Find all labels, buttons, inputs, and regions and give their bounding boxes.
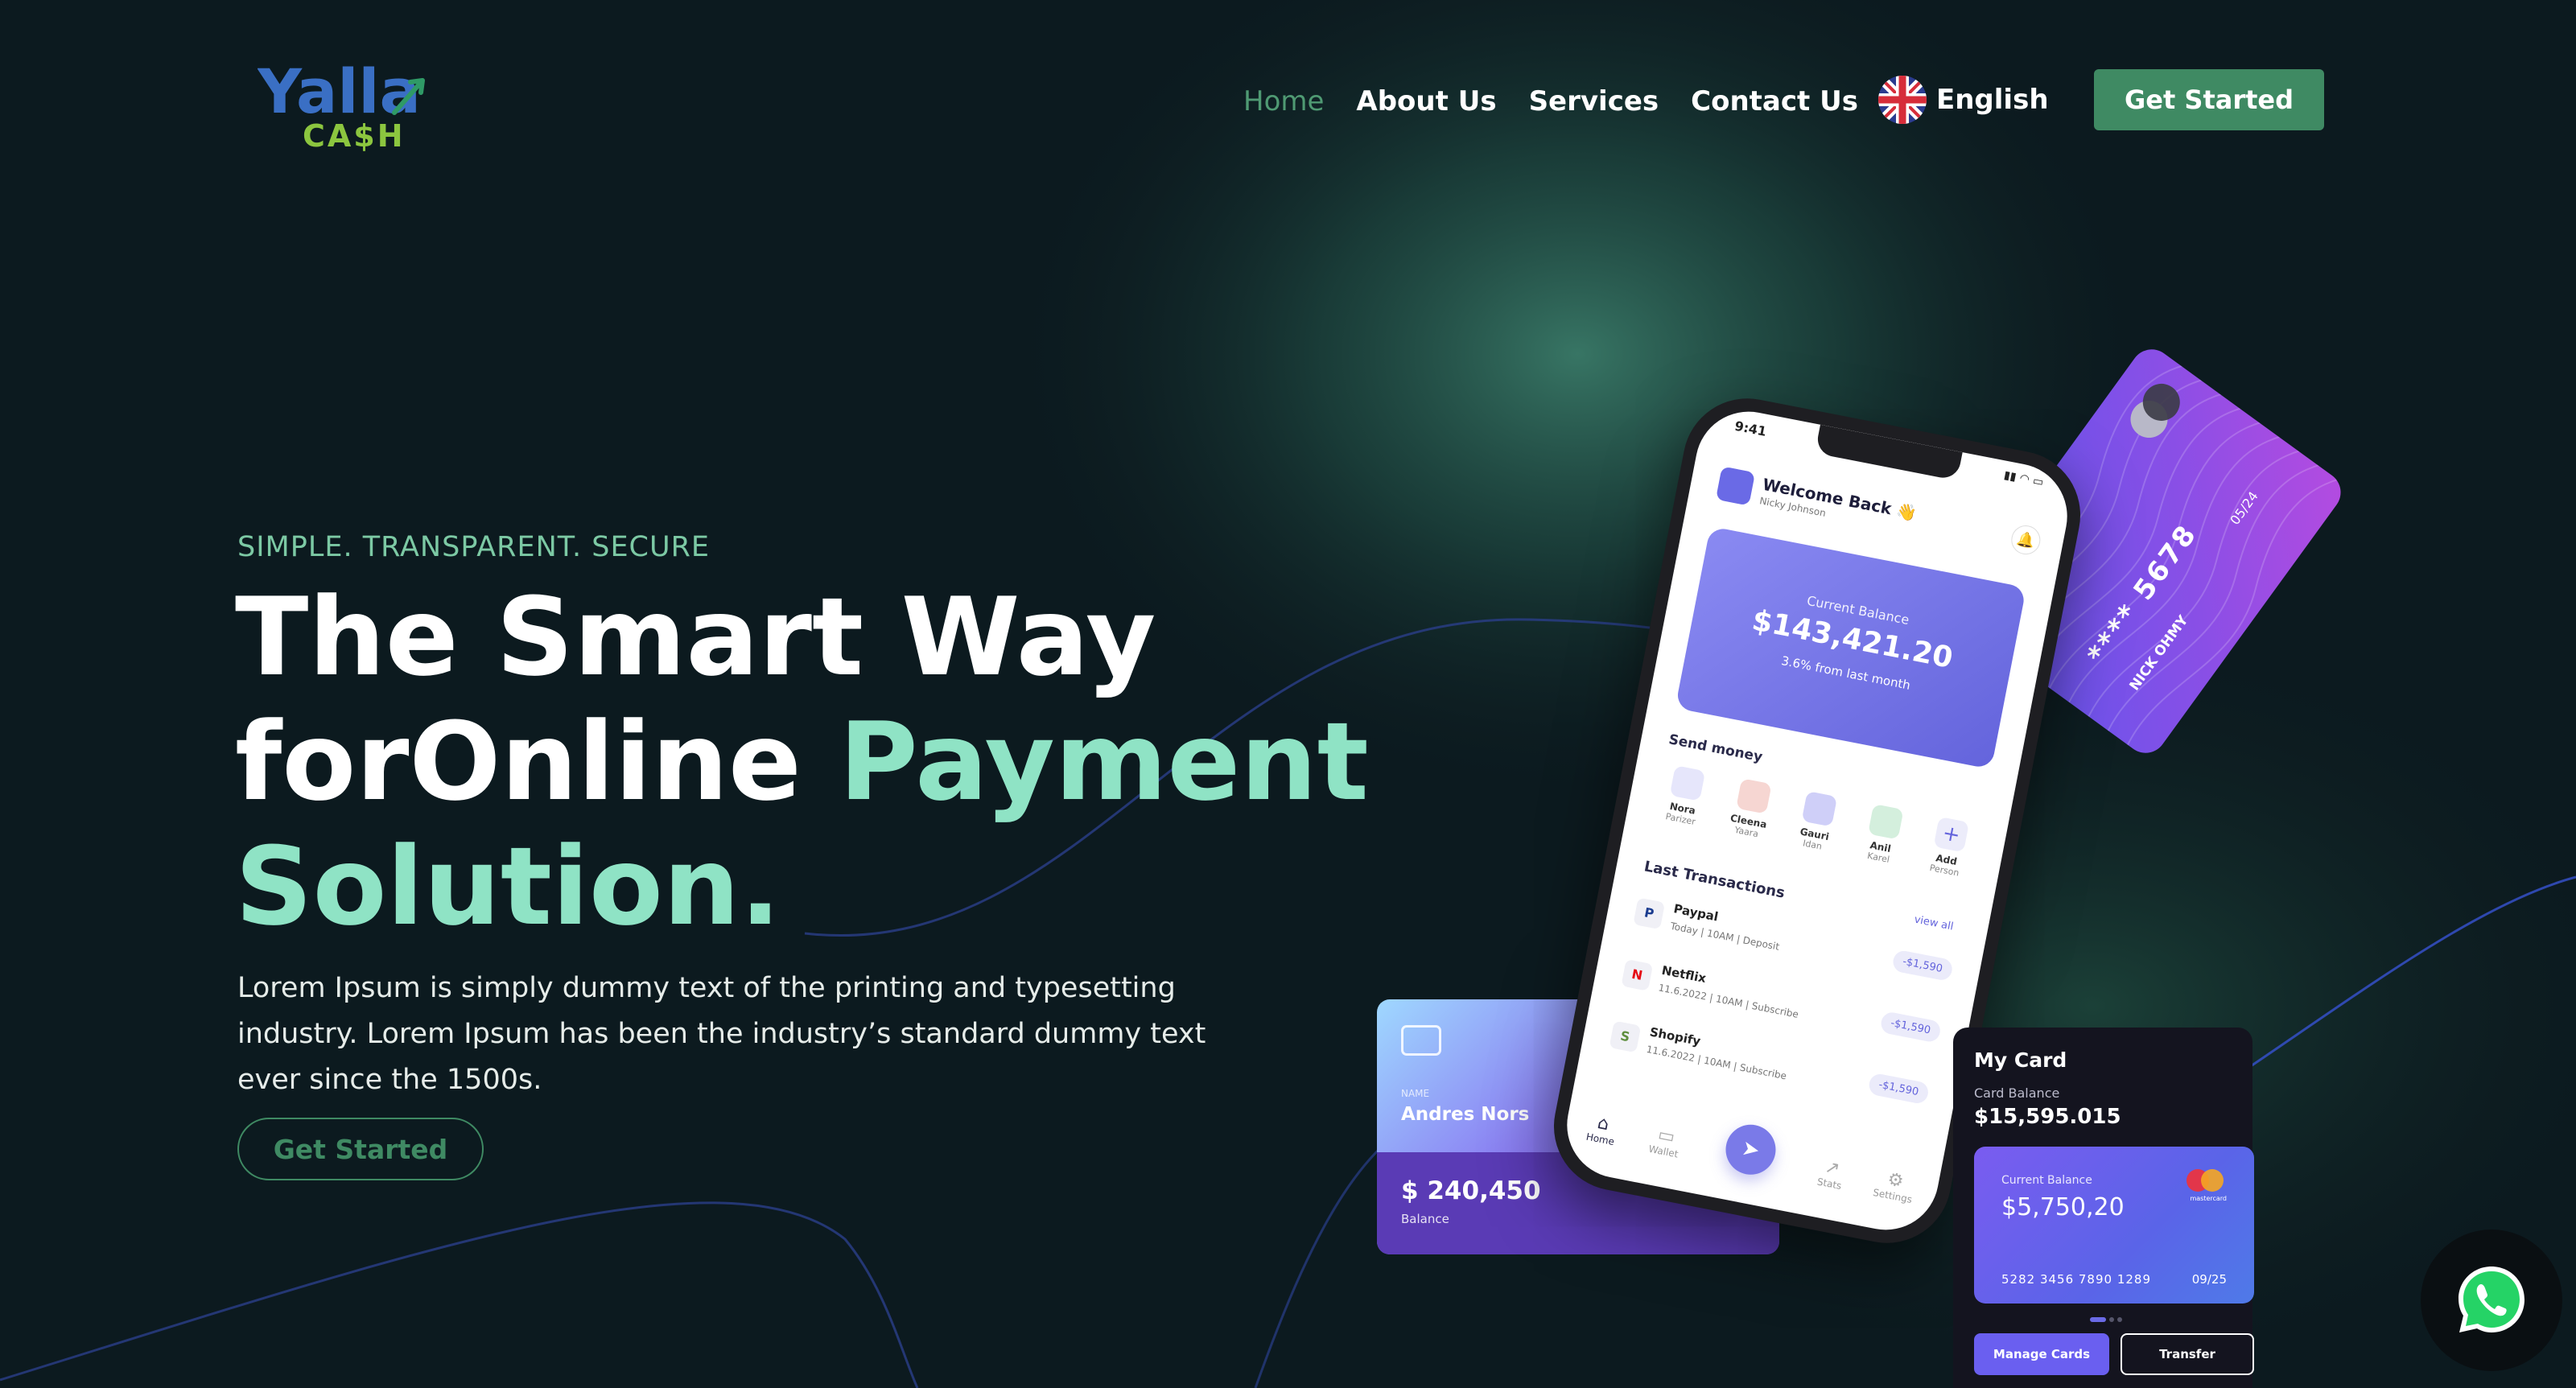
contact-item[interactable]: Anil Karel bbox=[1852, 801, 1914, 867]
my-card-panel: My Card Card Balance $15,595.015 Current… bbox=[1953, 1028, 2254, 1388]
contact-avatar bbox=[1801, 790, 1838, 827]
nav-services[interactable]: Services bbox=[1529, 85, 1659, 117]
hero-title-accent: Payment bbox=[839, 699, 1369, 825]
hero-tagline: SIMPLE. TRANSPARENT. SECURE bbox=[237, 531, 711, 563]
status-time: 9:41 bbox=[1733, 418, 1768, 439]
transaction-detail: 11.6.2022 | 10AM | Subscribe bbox=[1645, 1043, 1788, 1082]
card-balance-amount: $ 240,450 bbox=[1401, 1176, 1541, 1205]
mastercard-icon-overlap bbox=[2201, 1169, 2224, 1192]
bell-icon[interactable]: 🔔 bbox=[2009, 522, 2043, 558]
transaction-amount: -$1,590 bbox=[1879, 1011, 1943, 1044]
app-nav-settings[interactable]: ⚙ Settings bbox=[1864, 1165, 1925, 1207]
uk-flag-icon bbox=[1878, 76, 1927, 124]
my-card-inner-card[interactable]: Current Balance $5,750,20 mastercard 528… bbox=[1974, 1147, 2254, 1304]
nav-contact-us[interactable]: Contact Us bbox=[1691, 85, 1858, 117]
language-selector[interactable]: English bbox=[1878, 76, 2049, 124]
contact-item[interactable]: Cleena Yaara bbox=[1720, 776, 1783, 842]
contact-avatar bbox=[1867, 803, 1904, 840]
view-all-link[interactable]: view all bbox=[1913, 913, 1954, 933]
my-card-balance: $15,595.015 bbox=[1974, 1105, 2121, 1129]
card-name-caption: NAME bbox=[1401, 1088, 1430, 1099]
hero-description: Lorem Ipsum is simply dummy text of the … bbox=[237, 972, 1206, 1096]
get-started-header-button[interactable]: Get Started bbox=[2094, 69, 2324, 130]
plus-icon: + bbox=[1933, 816, 1970, 853]
transfer-button[interactable]: Transfer bbox=[2121, 1333, 2254, 1375]
inner-card-number: 5282 3456 7890 1289 bbox=[2001, 1272, 2151, 1287]
transaction-name: Netflix bbox=[1660, 962, 1708, 986]
nav-about-us[interactable]: About Us bbox=[1356, 85, 1496, 117]
transaction-amount: -$1,590 bbox=[1867, 1072, 1931, 1106]
shopify-icon: S bbox=[1609, 1020, 1642, 1053]
whatsapp-button[interactable] bbox=[2421, 1229, 2562, 1371]
send-money-title: Send money bbox=[1667, 731, 1764, 766]
brand-logo[interactable]: Yalla CA$H bbox=[257, 56, 431, 154]
send-icon[interactable]: ➤ bbox=[1721, 1120, 1780, 1180]
transaction-name: Paypal bbox=[1672, 901, 1720, 925]
user-avatar bbox=[1715, 466, 1756, 506]
nav-home[interactable]: Home bbox=[1243, 85, 1324, 117]
logo-top: Yalla bbox=[258, 56, 421, 127]
app-balance-card: Current Balance $143,421.20 3.6% from la… bbox=[1675, 525, 2027, 770]
app-nav-wallet[interactable]: ▭ Wallet bbox=[1634, 1121, 1696, 1163]
chip-icon bbox=[1401, 1025, 1441, 1056]
manage-cards-button[interactable]: Manage Cards bbox=[1974, 1333, 2109, 1375]
my-card-caption: Card Balance bbox=[1974, 1085, 2060, 1101]
inner-balance-amount: $5,750,20 bbox=[2001, 1193, 2125, 1221]
hero-title-line2: forOnline Payment bbox=[235, 700, 1369, 825]
contact-avatar bbox=[1735, 778, 1772, 814]
my-card-title: My Card bbox=[1974, 1048, 2067, 1072]
app-nav-home[interactable]: ⌂ Home bbox=[1572, 1109, 1633, 1151]
contact-item[interactable]: Gauri Idan bbox=[1786, 789, 1849, 855]
language-label: English bbox=[1936, 84, 2049, 116]
transaction-detail: 11.6.2022 | 10AM | Subscribe bbox=[1657, 982, 1800, 1020]
add-person-button[interactable]: + Add Person bbox=[1917, 814, 1980, 880]
hero-title-line3: Solution. bbox=[235, 824, 781, 949]
app-nav-stats[interactable]: ↗ Stats bbox=[1800, 1153, 1861, 1195]
signal-wifi-battery-icon: ▮▮ ◠ ▭ bbox=[2002, 468, 2045, 489]
hero-title-white: forOnline bbox=[235, 699, 802, 825]
transaction-amount: -$1,590 bbox=[1891, 949, 1954, 982]
logo-bottom: CA$H bbox=[303, 118, 406, 153]
mastercard-label: mastercard bbox=[2190, 1195, 2227, 1202]
transaction-detail: Today | 10AM | Deposit bbox=[1669, 920, 1781, 953]
card-holder-name: Andres Nors bbox=[1401, 1104, 1530, 1125]
whatsapp-icon bbox=[2459, 1266, 2524, 1332]
netflix-icon: N bbox=[1621, 958, 1654, 991]
card-balance-caption: Balance bbox=[1401, 1212, 1449, 1226]
contact-item[interactable]: Nora Parizer bbox=[1654, 763, 1717, 829]
get-started-hero-button[interactable]: Get Started bbox=[237, 1118, 484, 1180]
carousel-dots[interactable] bbox=[2090, 1317, 2130, 1322]
inner-card-expiry: 09/25 bbox=[2191, 1272, 2227, 1287]
hero-title-line1: The Smart Way bbox=[235, 575, 1156, 700]
inner-balance-label: Current Balance bbox=[2001, 1174, 2092, 1187]
hero-title: The Smart Way forOnline Payment Solution… bbox=[235, 575, 1369, 949]
contact-avatar bbox=[1669, 765, 1706, 801]
send-money-contacts: Nora Parizer Cleena Yaara Gauri Idan Ani… bbox=[1654, 763, 1980, 880]
main-nav: Home About Us Services Contact Us bbox=[1243, 77, 1890, 126]
paypal-icon: P bbox=[1633, 897, 1666, 930]
